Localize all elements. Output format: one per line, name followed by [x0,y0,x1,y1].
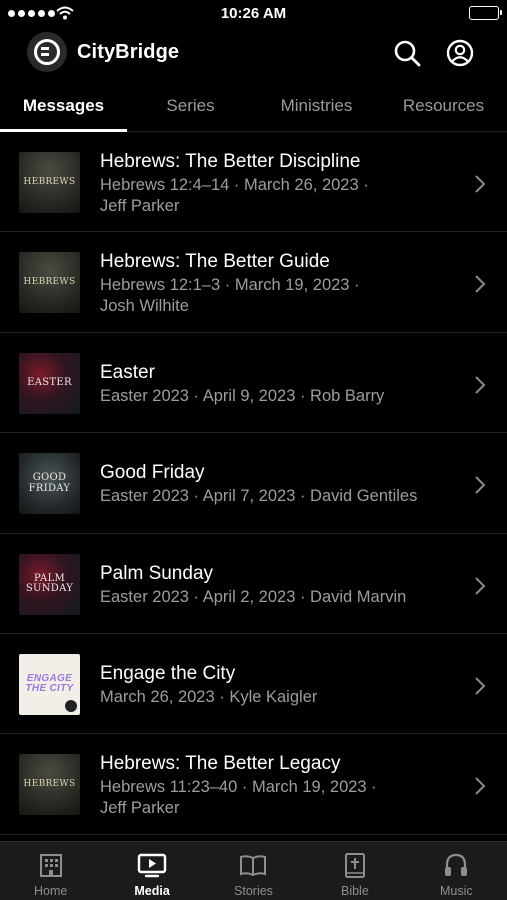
message-meta: March 26, 2023 · Kyle Kaigler [100,687,318,706]
message-speaker: Jeff Parker [100,197,180,215]
message-meta: Hebrews 12:4–14 · March 26, 2023 · [100,176,369,194]
building-icon [39,854,62,877]
chevron-right-icon [475,777,486,796]
message-thumbnail: HEBREWS [19,152,80,213]
message-item[interactable]: GOOD FRIDAY Good Friday Easter 2023 · Ap… [0,433,507,534]
chevron-right-icon [475,576,486,595]
chevron-right-icon [475,476,486,494]
bottom-tab-bar: Home Media Stories Bible Music [0,841,507,900]
message-thumbnail: GOOD FRIDAY [19,453,80,515]
tab-messages[interactable]: Messages [0,96,127,116]
message-title: Hebrews: The Better Guide [100,251,330,273]
message-item[interactable]: HEBREWS Hebrews: The Better Discipline H… [0,132,507,233]
play-screen-icon [137,853,167,878]
tabbar-label: Media [134,884,170,898]
app-title: CityBridge [77,41,180,63]
bible-cross-icon [344,853,365,878]
message-list: HEBREWS Hebrews: The Better Discipline H… [0,132,507,835]
tab-series[interactable]: Series [127,96,254,116]
citybridge-logo-icon [27,32,67,72]
message-thumbnail: HEBREWS [19,754,80,816]
app-header: CityBridge [0,30,507,78]
battery-icon [469,6,502,20]
message-thumbnail: HEBREWS [19,252,80,314]
tabbar-label: Music [439,884,473,898]
message-item[interactable]: HEBREWS Hebrews: The Better Legacy Hebre… [0,734,507,835]
tabbar-bible[interactable]: Bible [304,842,405,900]
message-title: Hebrews: The Better Discipline [100,151,361,172]
tab-ministries[interactable]: Ministries [253,96,380,116]
message-meta: Hebrews 11:23–40 · March 19, 2023 · [100,778,377,797]
open-book-icon [240,855,267,877]
message-item[interactable]: EASTER Easter Easter 2023 · April 9, 202… [0,333,507,434]
content-tabs: Messages Series Ministries Resources [0,86,507,132]
headphones-icon [445,853,468,876]
search-icon [394,40,421,67]
message-thumbnail: ENGAGE THE CITY [19,653,80,715]
message-title: Palm Sunday [100,562,214,584]
tabbar-media[interactable]: Media [101,842,202,900]
chevron-right-icon [475,677,486,695]
tab-resources[interactable]: Resources [380,96,507,116]
message-meta: Easter 2023 · April 9, 2023 · Rob Barry [100,386,385,405]
chevron-right-icon [475,275,486,294]
message-speaker: Jeff Parker [100,799,180,818]
chevron-right-icon [475,175,486,193]
message-item[interactable]: PALM SUNDAY Palm Sunday Easter 2023 · Ap… [0,534,507,634]
message-meta: Easter 2023 · April 7, 2023 · David Gent… [100,487,418,506]
message-item[interactable]: HEBREWS Hebrews: The Better Guide Hebrew… [0,232,507,333]
status-time: 10:26 AM [220,5,287,22]
tabbar-home[interactable]: Home [0,842,101,900]
status-bar: 10:26 AM [0,0,507,28]
account-icon [446,39,474,67]
message-speaker: Josh Wilhite [100,297,189,316]
tabbar-label: Home [34,884,68,898]
tabbar-label: Bible [340,884,369,898]
message-item[interactable]: ENGAGE THE CITY Engage the City March 26… [0,634,507,735]
tabbar-label: Stories [234,884,273,898]
message-title: Engage the City [100,662,236,684]
chevron-right-icon [475,376,486,394]
message-title: Good Friday [100,462,205,484]
message-title: Hebrews: The Better Legacy [100,753,341,775]
message-title: Easter [100,361,155,383]
account-button[interactable] [445,38,475,68]
search-button[interactable] [392,38,422,68]
citybridge-badge-icon [65,699,77,712]
message-meta: Easter 2023 · April 2, 2023 · David Marv… [100,587,407,606]
tabbar-music[interactable]: Music [406,842,507,900]
message-meta: Hebrews 12:1–3 · March 19, 2023 · [100,276,360,295]
message-thumbnail: PALM SUNDAY [19,553,80,615]
tabbar-stories[interactable]: Stories [203,842,304,900]
message-thumbnail: EASTER [19,352,80,414]
